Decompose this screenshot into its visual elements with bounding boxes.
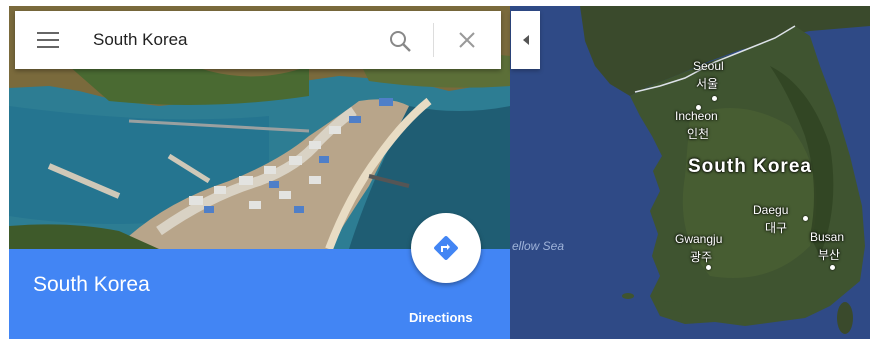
collapse-panel-button[interactable]	[511, 11, 540, 69]
map-city-daegu-korean: 대구	[765, 221, 788, 235]
place-title: South Korea	[33, 273, 150, 296]
map-city-busan-korean: 부산	[818, 248, 841, 262]
map-marker-gwangju[interactable]	[706, 265, 711, 270]
map-city-seoul[interactable]: Seoul	[693, 59, 724, 73]
caret-left-icon	[522, 35, 529, 45]
search-icon[interactable]	[388, 29, 412, 53]
map-city-gwangju-korean: 광주	[690, 250, 713, 264]
map-view[interactable]: Seoul 서울 Incheon 인천 South Korea Daegu 대구…	[510, 6, 870, 339]
map-city-gwangju[interactable]: Gwangju	[675, 232, 722, 246]
map-city-busan[interactable]: Busan	[810, 230, 844, 244]
map-city-seoul-korean: 서울	[696, 77, 719, 91]
map-marker-daegu[interactable]	[803, 216, 808, 221]
close-icon[interactable]	[457, 30, 477, 50]
map-marker-incheon[interactable]	[696, 105, 701, 110]
map-country-label: South Korea	[688, 156, 812, 177]
map-marker-busan[interactable]	[830, 265, 835, 270]
map-marker-seoul[interactable]	[712, 96, 717, 101]
map-city-daegu[interactable]: Daegu	[753, 203, 788, 217]
directions-icon	[434, 236, 458, 260]
map-city-incheon[interactable]: Incheon	[675, 109, 718, 123]
search-input[interactable]	[93, 25, 373, 55]
directions-button[interactable]	[411, 213, 481, 283]
menu-icon[interactable]	[37, 30, 61, 50]
directions-label[interactable]: Directions	[409, 310, 473, 325]
map-sea-label: ellow Sea	[512, 239, 565, 253]
map-city-incheon-korean: 인천	[687, 127, 710, 141]
search-divider	[433, 23, 434, 57]
search-box	[15, 11, 501, 69]
